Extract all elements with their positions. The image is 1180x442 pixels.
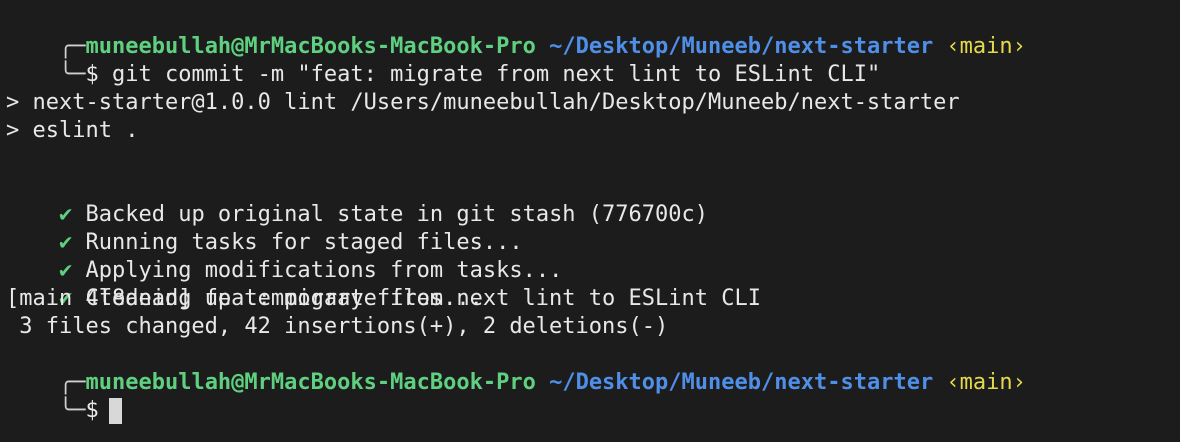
prompt-symbol: $ — [85, 62, 99, 87]
text-cursor[interactable] — [108, 398, 122, 424]
prompt-path: ~/Desktop/Muneeb/next-starter — [549, 370, 934, 395]
terminal-window[interactable]: ╭─muneebullah@MrMacBooks-MacBook-Pro ~/D… — [0, 0, 1180, 442]
prompt-line-2: ╭─muneebullah@MrMacBooks-MacBook-Pro ~/D… — [6, 341, 1026, 395]
lint-line-1: > next-starter@1.0.0 lint /Users/muneebu… — [6, 90, 960, 115]
input-line[interactable]: ╰─$ — [6, 369, 122, 424]
lint-line-2: > eslint . — [6, 118, 139, 143]
task-line: ✔ Cleaning up temporary files... — [6, 257, 483, 311]
command-line-1: ╰─$ git commit -m "feat: migrate from ne… — [6, 33, 880, 87]
task-line: ✔ Applying modifications from tasks... — [6, 229, 562, 283]
prompt-box-bottom: ╰─ — [58, 62, 86, 87]
prompt-branch: ‹main› — [946, 34, 1026, 59]
prompt-branch: ‹main› — [946, 370, 1026, 395]
prompt-box-bottom: ╰─ — [58, 398, 86, 423]
commit-stats: 3 files changed, 42 insertions(+), 2 del… — [6, 314, 669, 339]
prompt-user: muneebullah@MrMacBooks-MacBook-Pro — [85, 370, 536, 395]
command-text: git commit -m "feat: migrate from next l… — [111, 62, 881, 87]
commit-summary: [main 4f8dead] feat: migrate from next l… — [6, 286, 761, 311]
task-line: ✔ Running tasks for staged files... — [6, 201, 523, 255]
prompt-symbol: $ — [85, 398, 99, 423]
prompt-line-1: ╭─muneebullah@MrMacBooks-MacBook-Pro ~/D… — [6, 5, 1026, 59]
task-line: ✔ Backed up original state in git stash … — [6, 173, 708, 227]
